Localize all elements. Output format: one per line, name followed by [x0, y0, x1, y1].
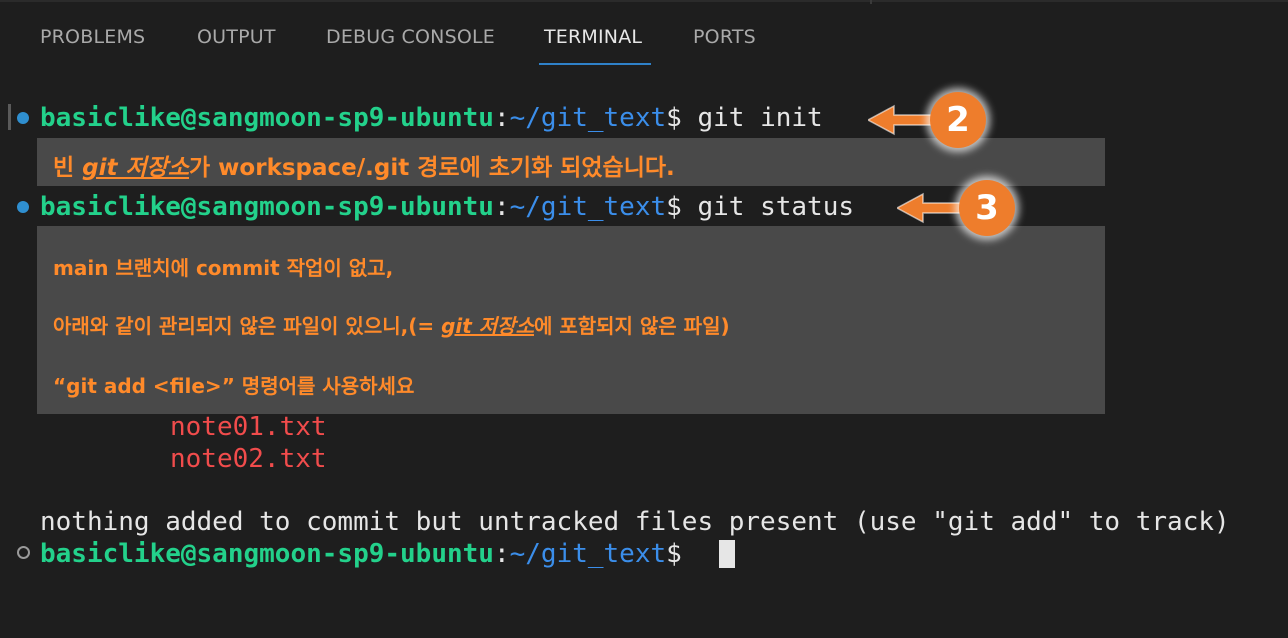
prompt-dollar: $: [666, 103, 682, 133]
annotation-emphasis: git 저장소: [441, 314, 534, 338]
command-decoration-success-icon[interactable]: [17, 112, 29, 124]
tab-debug-console[interactable]: DEBUG CONSOLE: [326, 26, 495, 48]
command-decoration-pending-icon[interactable]: [17, 546, 30, 559]
tab-output[interactable]: OUTPUT: [197, 26, 276, 48]
terminal-line-git-init: basiclike@sangmoon-sp9-ubuntu:~/git_text…: [40, 102, 823, 134]
annotation-line-2: 아래와 같이 관리되지 않은 파일이 있으니,(= git 저장소에 포함되지 …: [53, 310, 730, 339]
prompt-user-host: basiclike@sangmoon-sp9-ubuntu: [40, 192, 494, 222]
panel-tab-bar: PROBLEMS OUTPUT DEBUG CONSOLE TERMINAL P…: [0, 0, 1288, 70]
command-text: [682, 539, 698, 569]
annotation-emphasis: git 저장소: [82, 155, 190, 181]
arrow-left-icon: [868, 104, 937, 136]
tab-problems[interactable]: PROBLEMS: [40, 26, 145, 48]
annotation-text-part: 에 포함되지 않은 파일): [533, 314, 730, 338]
annotation-box-status: main 브랜치에 commit 작업이 없고, 아래와 같이 관리되지 않은 …: [37, 226, 1105, 414]
annotation-text-part: 아래와 같이 관리되지 않은 파일이 있으니,(=: [53, 314, 442, 338]
prompt-user-host: basiclike@sangmoon-sp9-ubuntu: [40, 103, 494, 133]
tab-ports[interactable]: PORTS: [693, 26, 756, 48]
command-gutter-bar: [8, 104, 11, 130]
prompt-colon: :: [493, 103, 510, 133]
terminal-cursor: [719, 540, 735, 568]
untracked-file: note02.txt: [170, 444, 327, 474]
terminal-panel: PROBLEMS OUTPUT DEBUG CONSOLE TERMINAL P…: [0, 0, 1288, 638]
prompt-path: ~/git_text: [509, 539, 667, 569]
command-text: git init: [681, 103, 823, 133]
status-summary-line: nothing added to commit but untracked fi…: [40, 507, 1230, 537]
terminal-line-current-prompt[interactable]: basiclike@sangmoon-sp9-ubuntu:~/git_text…: [40, 538, 697, 570]
prompt-path: ~/git_text: [509, 103, 667, 133]
active-tab-indicator: [539, 63, 651, 65]
prompt-path: ~/git_text: [509, 192, 667, 222]
prompt-dollar: $: [666, 192, 682, 222]
annotation-text-part: 가 workspace/.git 경로에 초기화 되었습니다.: [189, 155, 675, 181]
arrow-left-icon: [897, 192, 966, 224]
tab-terminal[interactable]: TERMINAL: [544, 26, 642, 48]
annotation-line-1: main 브랜치에 commit 작업이 없고,: [53, 256, 394, 280]
prompt-colon: :: [493, 192, 510, 222]
terminal-line-git-status: basiclike@sangmoon-sp9-ubuntu:~/git_text…: [40, 191, 854, 223]
prompt-dollar: $: [666, 539, 682, 569]
annotation-text-part: 빈: [53, 155, 83, 181]
step-badge-3: 3: [959, 180, 1015, 236]
annotation-text-init: 빈 git 저장소가 workspace/.git 경로에 초기화 되었습니다.: [53, 148, 675, 182]
annotation-line-3: “git add <file>” 명령어를 사용하세요: [53, 374, 415, 398]
step-badge-2: 2: [930, 92, 986, 148]
prompt-colon: :: [493, 539, 510, 569]
command-text: git status: [681, 192, 854, 222]
command-decoration-success-icon[interactable]: [17, 201, 29, 213]
untracked-file: note01.txt: [170, 412, 327, 442]
prompt-user-host: basiclike@sangmoon-sp9-ubuntu: [40, 539, 494, 569]
